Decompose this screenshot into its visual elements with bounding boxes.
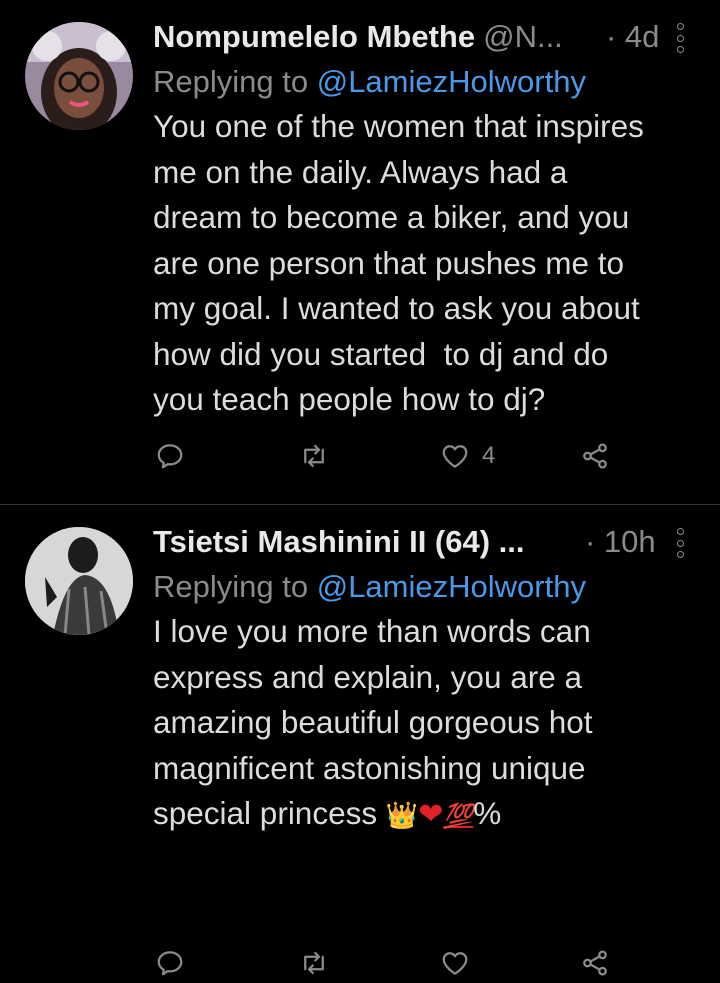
mention-link[interactable]: @LamiezHolworthy	[317, 569, 586, 604]
text-line: express and explain, you are a	[153, 658, 583, 695]
replying-prefix: Replying to	[153, 64, 317, 99]
retweet-icon	[304, 444, 324, 468]
share-button[interactable]	[580, 943, 610, 983]
text-line: my goal. I wanted to ask you about	[153, 290, 640, 326]
replying-prefix: Replying to	[153, 569, 317, 604]
tweet-text: I love you more than words can express a…	[153, 609, 703, 840]
more-icon[interactable]	[673, 23, 687, 53]
timestamp[interactable]: · 10h	[585, 519, 656, 565]
text-line: how did you started to dj and do	[153, 335, 609, 372]
tweet-content: Nompumelelo Mbethe @N... · 4d Replying t…	[153, 14, 720, 423]
reply-button[interactable]	[155, 436, 185, 476]
mention-link[interactable]: @LamiezHolworthy	[317, 64, 586, 99]
avatar[interactable]	[25, 527, 133, 635]
text-line: are one person that pushes me to	[153, 244, 625, 281]
text-line: you teach people how to dj?	[153, 381, 546, 417]
last-line-text: special princess	[153, 795, 386, 831]
like-count: 4	[482, 442, 496, 469]
share-button[interactable]	[580, 436, 610, 476]
retweet-button[interactable]	[299, 436, 329, 476]
like-icon	[442, 445, 468, 468]
tweet-content: Tsietsi Mashinini II (64) ... · 10h Repl…	[153, 519, 720, 840]
crown-emoji: 👑	[385, 800, 419, 830]
more-icon[interactable]	[673, 528, 687, 558]
retweet-icon	[304, 951, 324, 975]
tweet-text: You one of the women that inspires me on…	[153, 104, 703, 423]
like-button[interactable]	[440, 943, 470, 983]
action-bar: 4	[153, 436, 633, 476]
text-line: me on the daily. Always had a	[153, 153, 568, 190]
heart-emoji: ❤	[418, 798, 444, 831]
like-button[interactable]: 4	[440, 436, 495, 476]
tweet-header: Tsietsi Mashinini II (64) ... · 10h	[153, 519, 720, 565]
reply-icon	[157, 444, 183, 469]
tweet[interactable]: Nompumelelo Mbethe @N... · 4d Replying t…	[0, 0, 720, 505]
author-name[interactable]: Nompumelelo Mbethe	[153, 19, 475, 55]
percent-sign: %	[473, 795, 502, 831]
timestamp[interactable]: · 4d	[606, 14, 659, 60]
tweet[interactable]: Tsietsi Mashinini II (64) ... · 10h Repl…	[0, 505, 720, 976]
avatar[interactable]	[25, 22, 133, 130]
hundred-emoji: 💯	[443, 803, 474, 830]
reply-icon	[157, 951, 183, 976]
text-line: special princess 👑❤💯%	[153, 791, 703, 840]
action-bar	[153, 943, 633, 983]
share-icon	[583, 950, 607, 976]
text-line: amazing beautiful gorgeous hot	[153, 704, 593, 740]
replying-to: Replying to @LamiezHolworthy	[153, 565, 720, 609]
retweet-button[interactable]	[299, 943, 329, 983]
author-name[interactable]: Tsietsi Mashinini II (64) ...	[153, 524, 525, 560]
like-icon	[442, 952, 468, 975]
text-line: I love you more than words can	[153, 613, 591, 649]
tweet-header: Nompumelelo Mbethe @N... · 4d	[153, 14, 720, 60]
replying-to: Replying to @LamiezHolworthy	[153, 60, 720, 104]
author-handle[interactable]: @N...	[483, 19, 563, 55]
text-line: dream to become a biker, and you	[153, 199, 630, 235]
reply-button[interactable]	[155, 943, 185, 983]
text-line: magnificent astonishing unique	[153, 749, 586, 786]
text-line: You one of the women that inspires	[153, 108, 644, 144]
share-icon	[583, 443, 607, 469]
